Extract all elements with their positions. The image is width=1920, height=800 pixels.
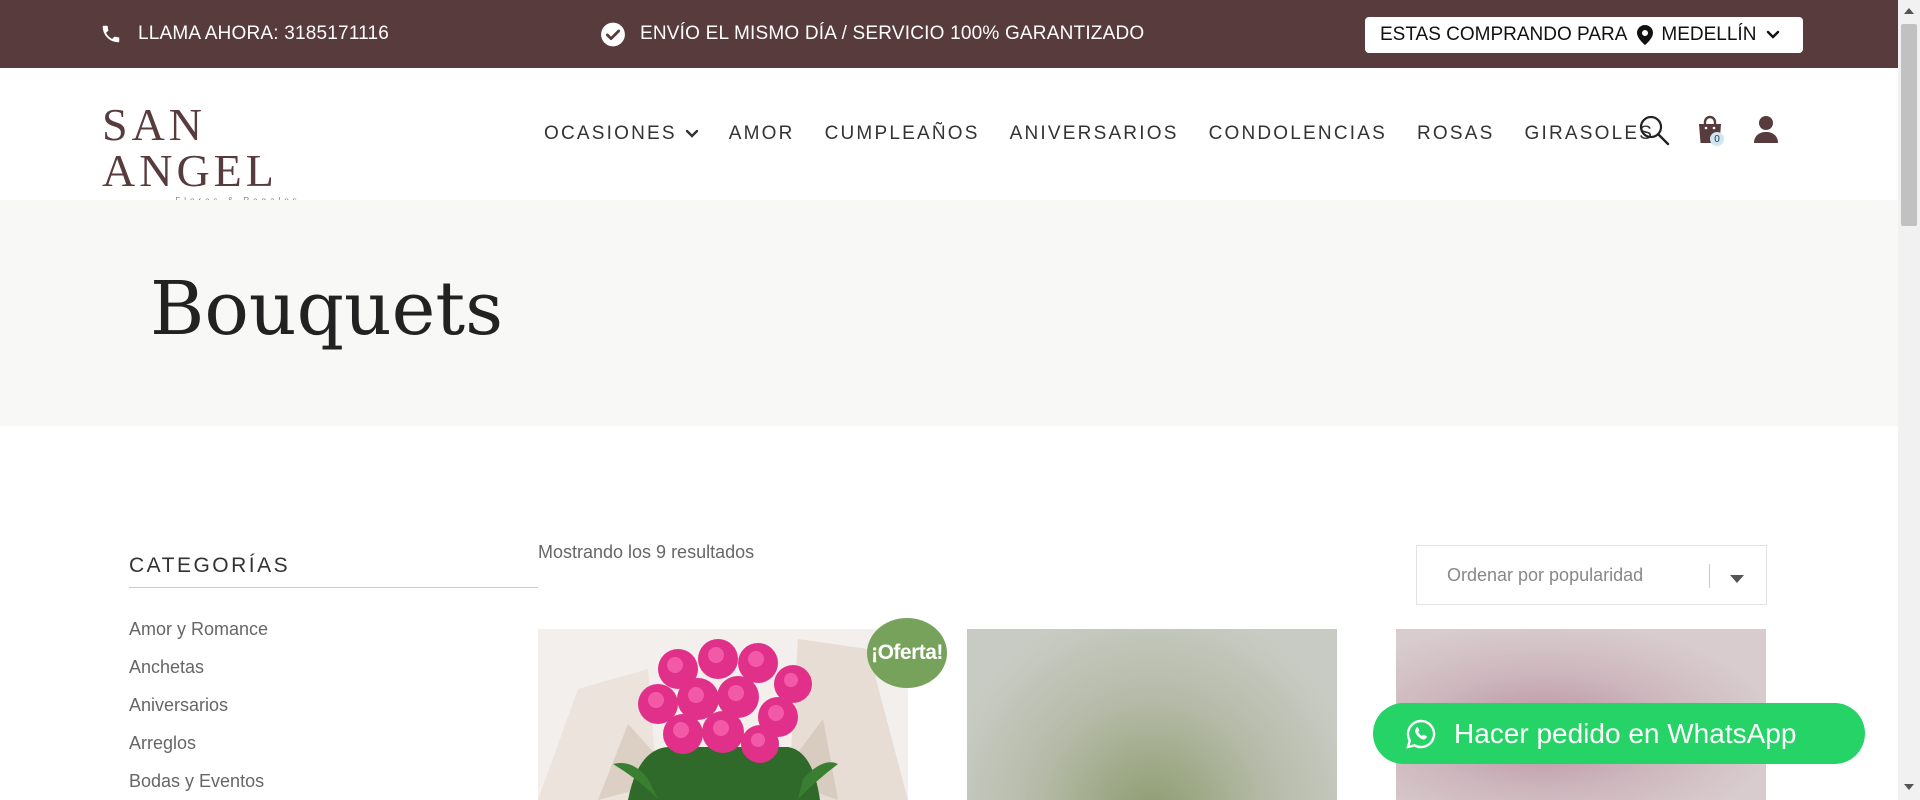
- results-count: Mostrando los 9 resultados: [538, 542, 755, 562]
- nav-label: OCASIONES: [544, 123, 677, 144]
- header-icons: 0: [1636, 112, 1804, 148]
- category-link[interactable]: Arreglos: [129, 728, 268, 766]
- nav-item-ocasiones[interactable]: OCASIONES: [544, 123, 699, 145]
- divider: [129, 587, 538, 588]
- chevron-down-icon: [685, 129, 699, 139]
- category-link[interactable]: Aniversarios: [129, 690, 268, 728]
- nav-item-cumpleanos[interactable]: CUMPLEAÑOS: [825, 123, 980, 145]
- call-now[interactable]: LLAMA AHORA: 3185171116: [98, 0, 389, 68]
- category-link[interactable]: Bodas y Eventos: [129, 766, 268, 800]
- brand-name: SAN ANGEL: [102, 99, 278, 196]
- buying-for-label: ESTAS COMPRANDO PARA: [1380, 24, 1628, 45]
- scroll-up-icon[interactable]: [1904, 8, 1914, 14]
- site-header: SAN ANGEL Flores & Regalos OCASIONES AMO…: [0, 68, 1898, 206]
- city-selector[interactable]: ESTAS COMPRANDO PARA MEDELLÍN: [1365, 17, 1803, 53]
- page-hero: Bouquets: [0, 200, 1898, 426]
- whatsapp-label: Hacer pedido en WhatsApp: [1454, 717, 1797, 749]
- product-image-loading[interactable]: [967, 629, 1337, 800]
- nav-item-rosas[interactable]: ROSAS: [1417, 123, 1495, 145]
- shipping-label: ENVÍO EL MISMO DÍA / SERVICIO 100% GARAN…: [640, 23, 1145, 44]
- top-bar: LLAMA AHORA: 3185171116 ENVÍO EL MISMO D…: [0, 0, 1898, 68]
- cart-icon[interactable]: 0: [1692, 112, 1728, 148]
- nav-item-condolencias[interactable]: CONDOLENCIAS: [1209, 123, 1387, 145]
- categories-title: CATEGORÍAS: [129, 554, 291, 577]
- whatsapp-icon: [1406, 719, 1436, 749]
- user-icon[interactable]: [1748, 112, 1784, 148]
- main-nav: OCASIONES AMOR CUMPLEAÑOS ANIVERSARIOS C…: [544, 68, 1684, 200]
- cart-count-badge: 0: [1710, 132, 1724, 146]
- site-logo[interactable]: SAN ANGEL Flores & Regalos: [102, 102, 354, 206]
- nav-item-amor[interactable]: AMOR: [729, 123, 795, 145]
- search-icon[interactable]: [1636, 112, 1672, 148]
- sort-selected-value: Ordenar por popularidad: [1447, 564, 1644, 585]
- scroll-down-icon[interactable]: [1904, 784, 1914, 790]
- phone-label: LLAMA AHORA: 3185171116: [138, 23, 390, 44]
- map-pin-icon: [1637, 25, 1654, 45]
- divider: [1709, 564, 1710, 588]
- caret-down-icon: [1729, 568, 1745, 589]
- chevron-down-icon: [1766, 30, 1780, 40]
- product-image-pink-roses[interactable]: [538, 629, 908, 800]
- page-title: Bouquets: [150, 266, 504, 352]
- page-scrollbar[interactable]: [1898, 0, 1920, 800]
- category-link[interactable]: Amor y Romance: [129, 614, 268, 652]
- phone-icon: [98, 21, 124, 47]
- whatsapp-order-button[interactable]: Hacer pedido en WhatsApp: [1373, 703, 1865, 764]
- sort-select[interactable]: Ordenar por popularidad: [1416, 545, 1767, 605]
- nav-item-aniversarios[interactable]: ANIVERSARIOS: [1010, 123, 1179, 145]
- nav-item-girasoles[interactable]: GIRASOLES: [1525, 123, 1655, 145]
- scrollbar-thumb[interactable]: [1901, 24, 1917, 226]
- city-value: MEDELLÍN: [1661, 24, 1757, 45]
- shipping-notice: ENVÍO EL MISMO DÍA / SERVICIO 100% GARAN…: [600, 0, 1144, 68]
- category-link[interactable]: Anchetas: [129, 652, 268, 690]
- categories-list: Amor y Romance Anchetas Aniversarios Arr…: [129, 614, 268, 800]
- check-circle-icon: [600, 21, 626, 47]
- sale-badge: ¡Oferta!: [867, 618, 947, 688]
